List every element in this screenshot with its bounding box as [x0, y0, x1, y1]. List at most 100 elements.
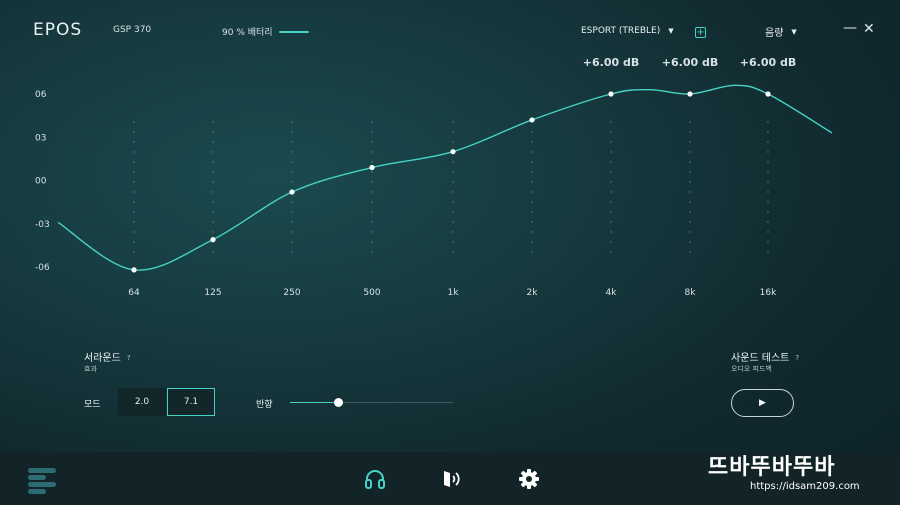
equalizer-chart[interactable]: 06 03 00 -03 -06 64 125 250 500 1k 2k 4k 8k 16k +6.0…: [0, 0, 900, 320]
grid-dot: [291, 141, 293, 143]
grid-dot: [212, 201, 214, 203]
grid-dot: [767, 231, 769, 233]
grid-dot: [452, 241, 454, 243]
eq-points[interactable]: [131, 91, 771, 273]
grid-dot: [371, 141, 373, 143]
grid-dot: [689, 241, 691, 243]
watermark-url: https://idsam209.com: [750, 481, 860, 492]
help-icon[interactable]: ?: [795, 354, 799, 362]
grid-dot: [133, 241, 135, 243]
mode-label: 모드: [84, 400, 101, 410]
grid-dot: [133, 151, 135, 153]
x-tick-label: 4k: [606, 288, 618, 298]
grid-dot: [689, 231, 691, 233]
mode-7-1-button[interactable]: 7.1: [167, 388, 215, 416]
grid-dot: [133, 201, 135, 203]
grid-dot: [452, 121, 454, 123]
eq-y-labels: 06 03 00 -03 -06: [35, 90, 50, 273]
grid-dot: [291, 231, 293, 233]
grid-dot: [133, 231, 135, 233]
x-tick-label: 8k: [685, 288, 697, 298]
eq-band-point[interactable]: [289, 189, 295, 195]
grid-dot: [610, 201, 612, 203]
grid-dot: [531, 221, 533, 223]
grid-dot: [133, 121, 135, 123]
grid-dot: [531, 161, 533, 163]
grid-dot: [531, 201, 533, 203]
grid-dot: [689, 141, 691, 143]
grid-dot: [452, 231, 454, 233]
grid-dot: [531, 191, 533, 193]
grid-dot: [610, 141, 612, 143]
grid-dot: [212, 221, 214, 223]
grid-dot: [531, 231, 533, 233]
eq-band-point[interactable]: [131, 267, 137, 273]
grid-dot: [689, 151, 691, 153]
grid-dot: [133, 251, 135, 253]
grid-dot: [133, 221, 135, 223]
menu-icon[interactable]: [28, 466, 56, 494]
grid-dot: [689, 251, 691, 253]
grid-dot: [371, 121, 373, 123]
x-tick-label: 64: [128, 288, 140, 298]
grid-dot: [291, 221, 293, 223]
grid-dot: [371, 251, 373, 253]
grid-dot: [767, 171, 769, 173]
x-tick-label: 125: [204, 288, 221, 298]
grid-dot: [531, 131, 533, 133]
db-value-label: +6.00 dB: [662, 56, 718, 69]
eq-annotations: +6.00 dB +6.00 dB +6.00 dB: [583, 56, 796, 69]
grid-dot: [767, 201, 769, 203]
grid-dot: [767, 161, 769, 163]
grid-dot: [452, 161, 454, 163]
grid-dot: [212, 141, 214, 143]
grid-dot: [291, 121, 293, 123]
grid-dot: [767, 141, 769, 143]
grid-dot: [291, 171, 293, 173]
grid-dot: [291, 201, 293, 203]
grid-dot: [212, 151, 214, 153]
eq-band-point[interactable]: [765, 91, 771, 97]
play-button[interactable]: ▶: [731, 389, 794, 417]
grid-dot: [133, 211, 135, 213]
grid-dot: [610, 121, 612, 123]
gear-icon[interactable]: [518, 468, 540, 490]
eq-band-point[interactable]: [210, 237, 216, 243]
grid-dot: [452, 141, 454, 143]
mode-2-0-button[interactable]: 2.0: [118, 388, 166, 416]
grid-dot: [452, 131, 454, 133]
grid-dot: [610, 131, 612, 133]
play-icon: ▶: [759, 398, 766, 408]
grid-dot: [689, 131, 691, 133]
x-tick-label: 16k: [760, 288, 777, 298]
surround-subtitle: 효과: [84, 365, 97, 373]
eq-band-point[interactable]: [450, 149, 456, 155]
grid-dot: [689, 121, 691, 123]
grid-dot: [212, 171, 214, 173]
grid-dot: [531, 251, 533, 253]
x-tick-label: 2k: [527, 288, 539, 298]
grid-dot: [371, 211, 373, 213]
eq-band-point[interactable]: [687, 91, 693, 97]
grid-dot: [689, 201, 691, 203]
direction-slider-thumb[interactable]: [334, 398, 344, 407]
headset-icon[interactable]: [364, 468, 386, 490]
grid-dot: [291, 211, 293, 213]
grid-dot: [610, 161, 612, 163]
grid-dot: [531, 181, 533, 183]
y-tick-label: 03: [35, 133, 46, 143]
grid-dot: [371, 131, 373, 133]
grid-dot: [689, 211, 691, 213]
eq-band-point[interactable]: [529, 117, 535, 123]
grid-dot: [689, 171, 691, 173]
grid-dot: [212, 231, 214, 233]
grid-dot: [212, 121, 214, 123]
y-tick-label: -06: [35, 263, 50, 273]
grid-dot: [767, 241, 769, 243]
eq-band-point[interactable]: [369, 164, 375, 171]
grid-dot: [452, 211, 454, 213]
grid-dot: [767, 191, 769, 193]
eq-band-point[interactable]: [608, 91, 614, 97]
audio-icon[interactable]: [441, 468, 463, 490]
help-icon[interactable]: ?: [127, 354, 131, 362]
